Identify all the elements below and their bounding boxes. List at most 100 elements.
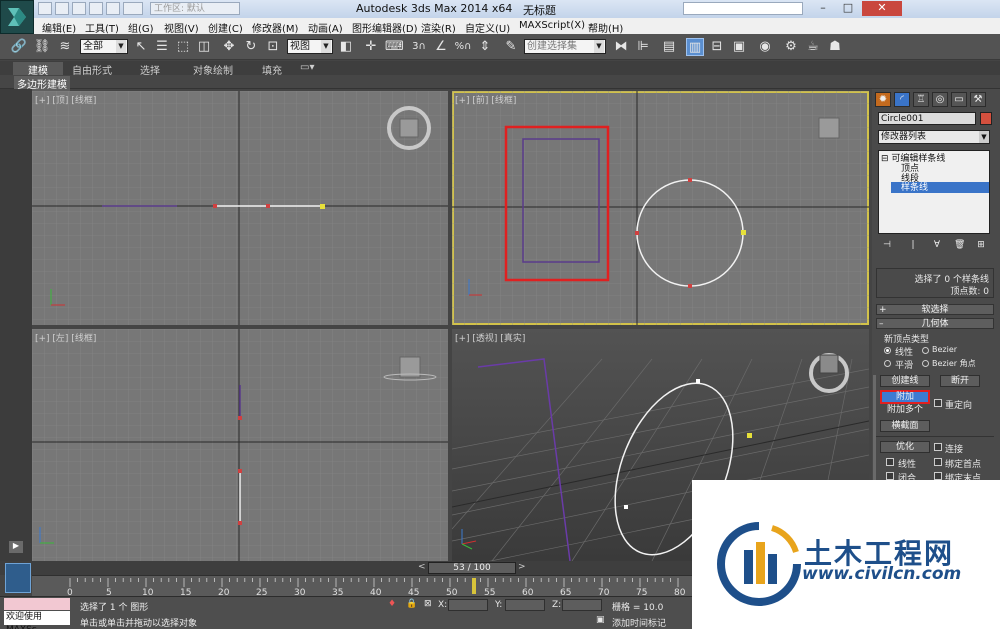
window-crossing-icon[interactable]: ◫ [195,38,213,56]
create-line-button[interactable]: 创建线 [880,375,930,387]
lock-selection-icon[interactable]: 🔒 [406,599,417,609]
viewport-front-label[interactable]: [+] [前] [线框] [455,93,516,106]
prev-frame-icon[interactable]: < [418,562,426,572]
x-coord-field[interactable] [448,599,488,611]
select-rotate-icon[interactable]: ↻ [242,38,260,56]
select-manipulate-icon[interactable]: ✛ [362,38,380,56]
absolute-mode-icon[interactable]: ⊠ [424,599,432,609]
viewport-left-label[interactable]: [+] [左] [线框] [35,331,96,344]
viewport-front[interactable]: [+] [前] [线框] [452,91,869,325]
motion-tab-icon[interactable]: ◎ [932,92,948,107]
menu-help[interactable]: 帮助(H) [588,20,623,35]
configure-sets-icon[interactable]: ⊞ [976,240,986,252]
cross-section-button[interactable]: 横截面 [880,420,930,432]
pivot-center-icon[interactable]: ◧ [337,38,355,56]
pin-stack-icon[interactable]: ⊣ [882,240,892,252]
closed-checkbox[interactable] [886,472,894,480]
maximize-button[interactable]: □ [836,1,860,16]
track-bar[interactable]: 0 5 10 15 20 25 30 35 40 45 50 55 60 65 … [32,575,692,598]
utilities-tab-icon[interactable]: ⚒ [970,92,986,107]
curve-editor-icon[interactable]: ⊟ [708,38,726,56]
menu-maxscript[interactable]: MAXScript(X) [519,20,585,31]
y-coord-field[interactable] [505,599,545,611]
viewport-layout-icon[interactable] [5,563,31,593]
graphite-toggle-icon[interactable]: ▥ [686,38,704,56]
time-slider[interactable]: 53 / 100 [428,562,516,574]
ribbon-tab-modeling[interactable]: 建模 [13,62,63,77]
angle-snap-icon[interactable]: ∠ [432,38,450,56]
workspace-dropdown[interactable]: 工作区: 默认 [150,2,240,15]
viewport-top-label[interactable]: [+] [顶] [线框] [35,93,96,106]
create-tab-icon[interactable]: ✹ [875,92,891,107]
remove-modifier-icon[interactable]: 🗑 [954,240,965,252]
close-button[interactable]: ✕ [862,1,902,16]
maxscript-listener-output[interactable] [4,598,70,610]
mirror-icon[interactable]: ⧓ [612,38,630,56]
edit-named-selection-icon[interactable]: ✎ [502,38,520,56]
menu-edit[interactable]: 编辑(E) [42,20,76,35]
app-logo[interactable] [0,0,34,34]
attach-multiple-button[interactable]: 附加多个 [880,405,930,417]
rectangle-selection-icon[interactable]: ⬚ [174,38,192,56]
material-editor-icon[interactable]: ◉ [756,38,774,56]
render-setup-icon[interactable]: ⚙ [782,38,800,56]
next-frame-icon[interactable]: > [518,562,526,572]
minimize-button[interactable]: – [811,1,835,16]
soft-selection-rollout[interactable]: + 软选择 [876,304,994,315]
ribbon-tab-object-paint[interactable]: 对象绘制 [193,62,233,77]
linear-checkbox[interactable] [886,458,894,466]
render-production-icon[interactable]: ☗ [826,38,844,56]
link-icon[interactable]: 🔗 [10,38,28,56]
spinner-snap-icon[interactable]: ⇕ [476,38,494,56]
display-tab-icon[interactable]: ▭ [951,92,967,107]
ribbon-tab-freeform[interactable]: 自由形式 [72,62,112,77]
object-name-field[interactable]: Circle001 [878,112,976,125]
viewport-left[interactable]: [+] [左] [线框] [32,329,448,561]
viewport-perspective-label[interactable]: [+] [透视] [真实] [455,331,525,344]
menu-animation[interactable]: 动画(A) [308,20,343,35]
object-color-swatch[interactable] [980,112,992,125]
stack-item-spline[interactable]: 样条线 [901,183,928,194]
add-time-tag-button[interactable]: 添加时间标记 [612,616,666,629]
rendered-frame-icon[interactable]: ☕ [804,38,822,56]
menu-modifiers[interactable]: 修改器(M) [252,20,298,35]
radio-linear[interactable] [884,347,891,354]
radio-smooth[interactable] [884,360,891,367]
save-file-icon[interactable] [72,2,86,15]
make-unique-icon[interactable]: ∀ [932,240,942,252]
select-by-name-icon[interactable]: ☰ [153,38,171,56]
schematic-view-icon[interactable]: ▣ [730,38,748,56]
maxscript-mini-listener[interactable]: 欢迎使用 MAXSc [4,611,70,629]
refine-button[interactable]: 优化 [880,441,930,453]
open-file-icon[interactable] [55,2,69,15]
break-button[interactable]: 断开 [940,375,980,387]
z-coord-field[interactable] [562,599,602,611]
ribbon-tab-populate[interactable]: 填充 [262,62,282,77]
menu-views[interactable]: 视图(V) [164,20,199,35]
keyboard-shortcut-icon[interactable]: ⌨ [385,38,404,56]
menu-graph-editors[interactable]: 图形编辑器(D) [352,20,418,35]
modify-tab-icon[interactable]: ◜ [894,92,910,107]
show-end-result-icon[interactable]: | [908,240,918,252]
bind-first-checkbox[interactable] [934,458,942,466]
geometry-rollout[interactable]: – 几何体 [876,318,994,329]
reorient-checkbox[interactable] [934,399,942,407]
reference-coord-dropdown[interactable]: 视图 ▼ [287,39,333,54]
menu-group[interactable]: 组(G) [128,20,154,35]
menu-customize[interactable]: 自定义(U) [465,20,510,35]
menu-rendering[interactable]: 渲染(R) [421,20,456,35]
named-selection-dropdown[interactable]: 创建选择集 ▼ [524,39,606,54]
menu-tools[interactable]: 工具(T) [85,20,119,35]
select-move-icon[interactable]: ✥ [220,38,238,56]
hierarchy-tab-icon[interactable]: ♖ [913,92,929,107]
redo-icon[interactable] [106,2,120,15]
expand-arrow-icon[interactable]: ▶ [9,541,23,553]
hold-icon[interactable] [123,2,143,15]
connect-checkbox[interactable] [934,443,942,451]
viewport-top[interactable]: [+] [顶] [线框] [32,91,448,325]
layer-manager-icon[interactable]: ▤ [660,38,678,56]
align-icon[interactable]: ⊫ [634,38,652,56]
new-file-icon[interactable] [38,2,52,15]
unlink-icon[interactable]: ⛓ [33,38,51,56]
percent-snap-icon[interactable]: %∩ [454,38,472,56]
